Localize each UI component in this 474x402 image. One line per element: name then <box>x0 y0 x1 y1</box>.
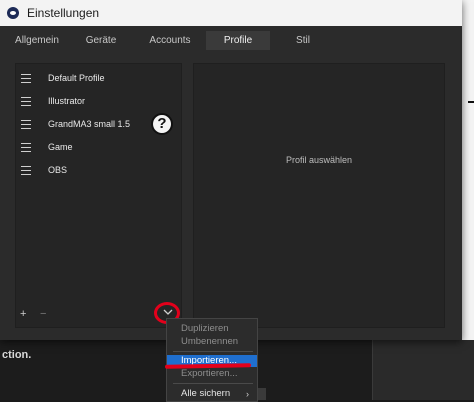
app-logo-icon <box>7 7 19 19</box>
profile-list: Default Profile Illustrator GrandMA3 sma… <box>15 63 182 328</box>
settings-dialog: Einstellungen Allgemein Geräte Accounts … <box>0 0 462 340</box>
profile-item-illustrator[interactable]: Illustrator <box>16 92 181 110</box>
profile-item-default[interactable]: Default Profile <box>16 69 181 87</box>
menu-separator <box>173 383 253 384</box>
drag-handle-icon[interactable] <box>21 73 33 83</box>
menu-item-save-all[interactable]: Alle sichern › <box>167 388 257 400</box>
remove-profile-button[interactable]: − <box>40 308 46 320</box>
help-question-icon: ? <box>151 113 173 135</box>
menu-separator <box>173 351 253 352</box>
profile-label: GrandMA3 small 1.5 <box>48 119 131 129</box>
profile-label: Illustrator <box>48 96 86 106</box>
menu-item-rename[interactable]: Umbenennen <box>167 336 257 348</box>
window-title: Einstellungen <box>27 6 100 20</box>
menu-item-duplicate[interactable]: Duplizieren <box>167 323 257 335</box>
submenu-arrow-icon: › <box>246 389 249 399</box>
background-text: ction. <box>2 349 32 361</box>
tab-accounts[interactable]: Accounts <box>134 31 206 50</box>
profile-label: Default Profile <box>48 73 105 83</box>
select-profile-hint: Profil auswählen <box>285 155 353 165</box>
tab-allgemein[interactable]: Allgemein <box>6 31 68 50</box>
tab-profile[interactable]: Profile <box>206 31 270 50</box>
drag-handle-icon[interactable] <box>21 165 33 175</box>
profile-item-obs[interactable]: OBS <box>16 161 181 179</box>
background-window-edge <box>462 0 474 340</box>
profile-options-menu: Duplizieren Umbenennen Importieren... Ex… <box>166 318 258 402</box>
profile-detail-panel <box>193 63 445 328</box>
tab-geraete[interactable]: Geräte <box>68 31 134 50</box>
profile-label: OBS <box>48 165 68 175</box>
menu-item-save-all-label: Alle sichern <box>181 388 231 399</box>
title-bar[interactable]: Einstellungen <box>0 0 462 26</box>
menu-item-export[interactable]: Exportieren... <box>167 368 257 380</box>
profile-item-game[interactable]: Game <box>16 138 181 156</box>
background-edge-mark <box>468 101 474 103</box>
drag-handle-icon[interactable] <box>21 96 33 106</box>
drag-handle-icon[interactable] <box>21 142 33 152</box>
drag-handle-icon[interactable] <box>21 119 33 129</box>
add-profile-button[interactable]: + <box>20 308 26 320</box>
profile-label: Game <box>48 142 73 152</box>
tab-stil[interactable]: Stil <box>270 31 336 50</box>
background-side-panel <box>372 340 474 400</box>
tab-bar: Allgemein Geräte Accounts Profile Stil <box>0 31 462 50</box>
